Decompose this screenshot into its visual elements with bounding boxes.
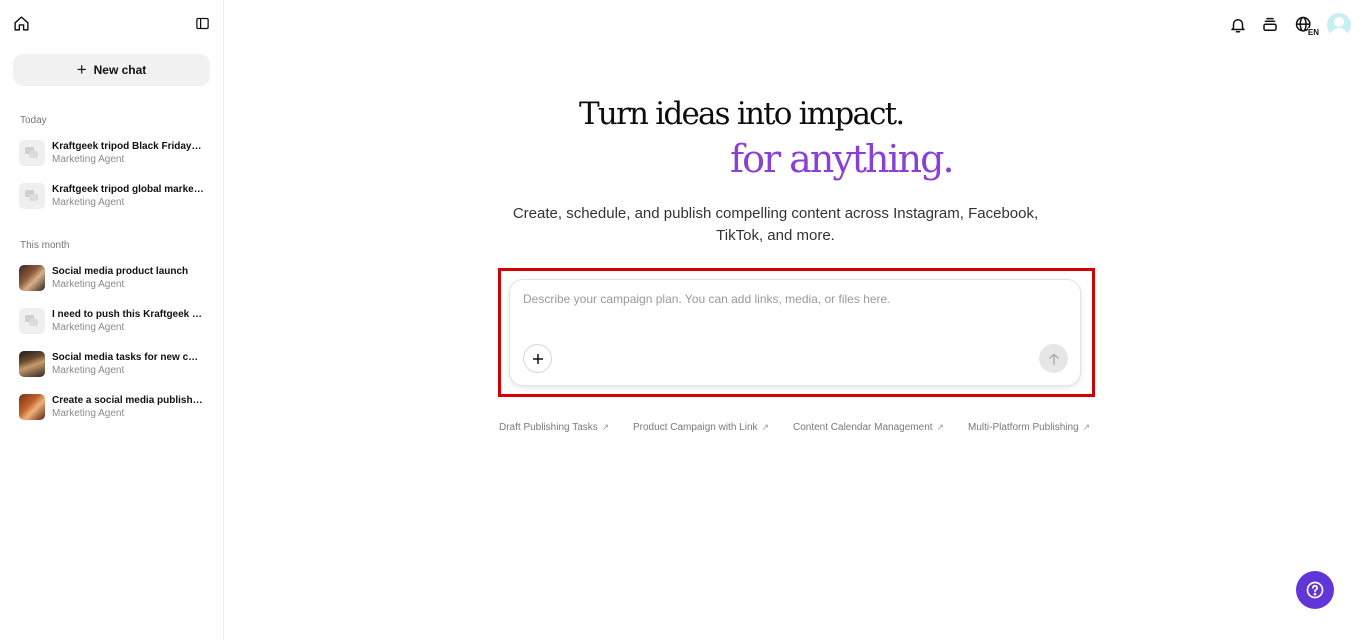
sidebar-header bbox=[0, 0, 224, 48]
chat-subtitle: Marketing Agent bbox=[52, 408, 125, 419]
suggestion-product-campaign[interactable]: Product Campaign with Link ↗ bbox=[633, 420, 793, 434]
chat-thumbnail-image bbox=[19, 394, 45, 420]
attach-plus-icon[interactable] bbox=[523, 344, 552, 373]
chat-title: I need to push this Kraftgeek se... bbox=[52, 309, 204, 320]
external-arrow-icon: ↗ bbox=[1082, 421, 1091, 432]
language-code: EN bbox=[1307, 28, 1319, 37]
campaign-composer bbox=[509, 279, 1081, 386]
sidebar-collapse-icon[interactable] bbox=[191, 12, 213, 34]
header-actions: EN bbox=[1227, 10, 1351, 40]
external-arrow-icon: ↗ bbox=[601, 421, 610, 432]
chat-title: Social media tasks for new coff... bbox=[52, 352, 204, 363]
bell-icon[interactable] bbox=[1227, 14, 1249, 36]
chat-bubble-icon bbox=[19, 308, 45, 334]
suggestion-chips: Draft Publishing Tasks ↗ Product Campaign… bbox=[499, 420, 1090, 434]
chat-subtitle: Marketing Agent bbox=[52, 279, 125, 290]
section-label-today: Today bbox=[20, 115, 47, 126]
hero-subtitle: Create, schedule, and publish compelling… bbox=[500, 203, 1051, 247]
chat-thumbnail-image bbox=[19, 351, 45, 377]
chat-history-item[interactable]: I need to push this Kraftgeek se... Mark… bbox=[13, 302, 213, 340]
app-root: + New chat Today Kraftgeek tripod Black … bbox=[0, 0, 1365, 640]
section-label-this-month: This month bbox=[20, 240, 70, 251]
home-icon[interactable] bbox=[10, 12, 32, 34]
chat-title: Create a social media publishin... bbox=[52, 395, 204, 406]
chat-history-item[interactable]: Social media tasks for new coff... Marke… bbox=[13, 345, 213, 383]
chat-history-item[interactable]: Kraftgeek tripod global marketi... Marke… bbox=[13, 177, 213, 215]
chat-thumbnail-image bbox=[19, 265, 45, 291]
hero-title: Turn ideas into impact. bbox=[579, 96, 905, 132]
hero-title-accent: for anything. bbox=[730, 137, 955, 181]
chat-title: Kraftgeek tripod global marketi... bbox=[52, 184, 204, 195]
chat-history-item[interactable]: Create a social media publishin... Marke… bbox=[13, 388, 213, 426]
chat-history-item[interactable]: Kraftgeek tripod Black Friday pr... Mark… bbox=[13, 134, 213, 172]
chat-subtitle: Marketing Agent bbox=[52, 154, 125, 165]
send-arrow-icon[interactable] bbox=[1039, 344, 1068, 373]
chat-subtitle: Marketing Agent bbox=[52, 322, 125, 333]
suggestion-content-calendar[interactable]: Content Calendar Management ↗ bbox=[793, 420, 968, 434]
campaign-prompt-input[interactable] bbox=[523, 292, 1063, 332]
user-avatar[interactable] bbox=[1327, 13, 1351, 37]
chat-subtitle: Marketing Agent bbox=[52, 197, 125, 208]
chat-title: Kraftgeek tripod Black Friday pr... bbox=[52, 141, 204, 152]
stack-icon[interactable] bbox=[1259, 14, 1281, 36]
language-globe-icon[interactable]: EN bbox=[1291, 14, 1319, 37]
suggestion-draft-publishing-tasks[interactable]: Draft Publishing Tasks ↗ bbox=[499, 420, 633, 434]
chat-title: Social media product launch bbox=[52, 266, 189, 277]
hero-subtitle-line-2: TikTok, and more. bbox=[716, 227, 835, 244]
help-question-icon[interactable] bbox=[1296, 571, 1334, 609]
hero-subtitle-line-1: Create, schedule, and publish compelling… bbox=[512, 205, 1039, 222]
external-arrow-icon: ↗ bbox=[761, 421, 770, 432]
suggestion-multi-platform[interactable]: Multi-Platform Publishing ↗ bbox=[968, 420, 1090, 434]
new-chat-button[interactable]: + New chat bbox=[13, 54, 210, 86]
chat-bubble-icon bbox=[19, 183, 45, 209]
chat-bubble-icon bbox=[19, 140, 45, 166]
sidebar: + New chat Today Kraftgeek tripod Black … bbox=[0, 0, 224, 640]
new-chat-label: New chat bbox=[93, 63, 147, 77]
chat-history-item[interactable]: Social media product launch Marketing Ag… bbox=[13, 259, 213, 297]
chat-subtitle: Marketing Agent bbox=[52, 365, 125, 376]
plus-icon: + bbox=[76, 59, 87, 79]
external-arrow-icon: ↗ bbox=[936, 421, 945, 432]
